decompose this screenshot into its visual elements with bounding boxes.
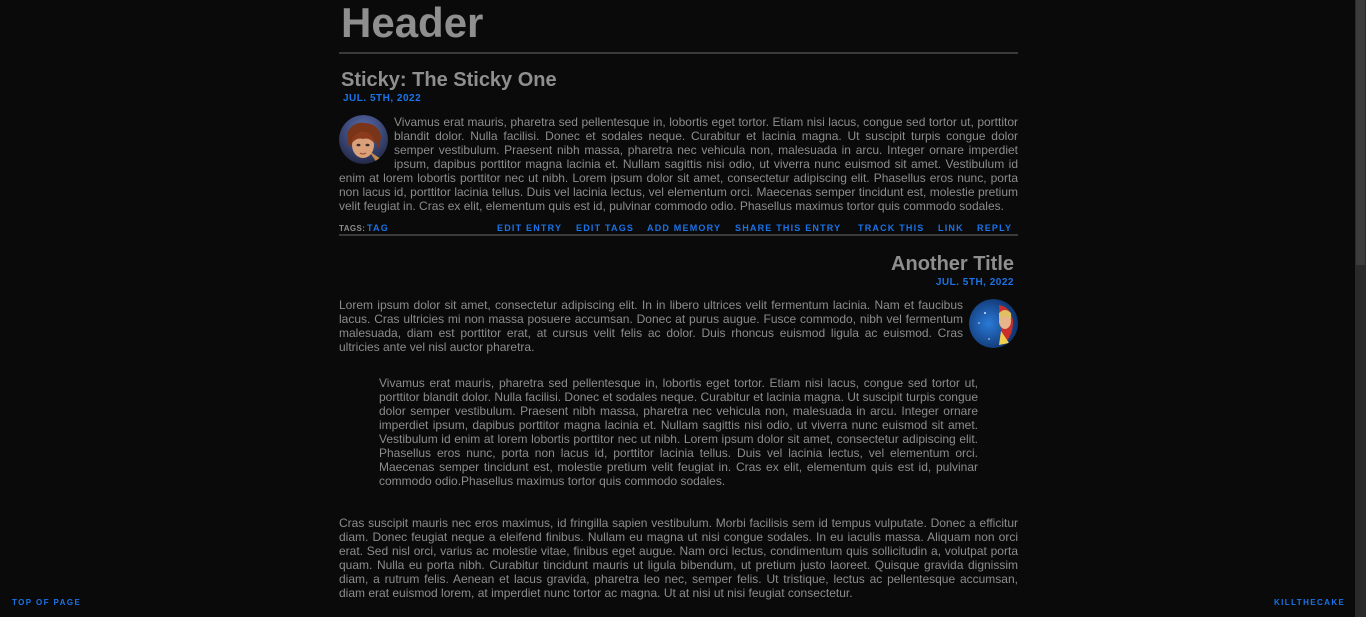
entry-title[interactable]: Another Title (339, 252, 1018, 276)
entry-avatar-icon[interactable] (969, 299, 1018, 348)
edit-entry-link[interactable]: EDIT ENTRY (497, 223, 562, 233)
entry-body: Vivamus erat mauris, pharetra sed pellen… (339, 115, 1018, 213)
edit-tags-link[interactable]: EDIT TAGS (576, 223, 634, 233)
share-entry-link[interactable]: SHARE THIS ENTRY (735, 223, 841, 233)
entry-sticky: Sticky: The Sticky One JUL. 5TH, 2022 Vi… (339, 54, 1018, 236)
main-column: Header Sticky: The Sticky One JUL. 5TH, … (339, 0, 1018, 600)
credit-link[interactable]: KILLTHECAKE (1274, 598, 1345, 607)
track-link[interactable]: TRACK THIS (858, 223, 925, 233)
tags-label: TAGS: (339, 224, 366, 233)
page: Header Sticky: The Sticky One JUL. 5TH, … (0, 0, 1366, 617)
entry-avatar-icon[interactable] (339, 115, 388, 164)
page-title: Header (341, 0, 484, 46)
entry-paragraph: Cras suscipit mauris nec eros maximus, i… (339, 516, 1018, 600)
entry-body-wrap: Lorem ipsum dolor sit amet, consectetur … (339, 298, 1018, 354)
entry-date[interactable]: JUL. 5TH, 2022 (339, 277, 1018, 289)
entry-body-wrap: Vivamus erat mauris, pharetra sed pellen… (339, 115, 1018, 213)
reply-link[interactable]: REPLY (977, 223, 1012, 233)
entry-paragraph: Lorem ipsum dolor sit amet, consectetur … (339, 298, 963, 354)
tag-link[interactable]: TAG (367, 223, 389, 233)
entry-footer: TAGS: TAG EDIT ENTRY EDIT TAGS ADD MEMOR… (339, 222, 1018, 237)
permalink-link[interactable]: LINK (938, 223, 964, 233)
entry-blockquote: Vivamus erat mauris, pharetra sed pellen… (379, 376, 978, 488)
top-of-page-link[interactable]: TOP OF PAGE (12, 598, 81, 607)
scrollbar-thumb[interactable] (1356, 0, 1365, 265)
entry-title[interactable]: Sticky: The Sticky One (339, 68, 1018, 92)
entry-date[interactable]: JUL. 5TH, 2022 (339, 93, 1018, 105)
entry-another: Another Title JUL. 5TH, 2022 Lorem ipsum… (339, 236, 1018, 600)
add-memory-link[interactable]: ADD MEMORY (647, 223, 721, 233)
